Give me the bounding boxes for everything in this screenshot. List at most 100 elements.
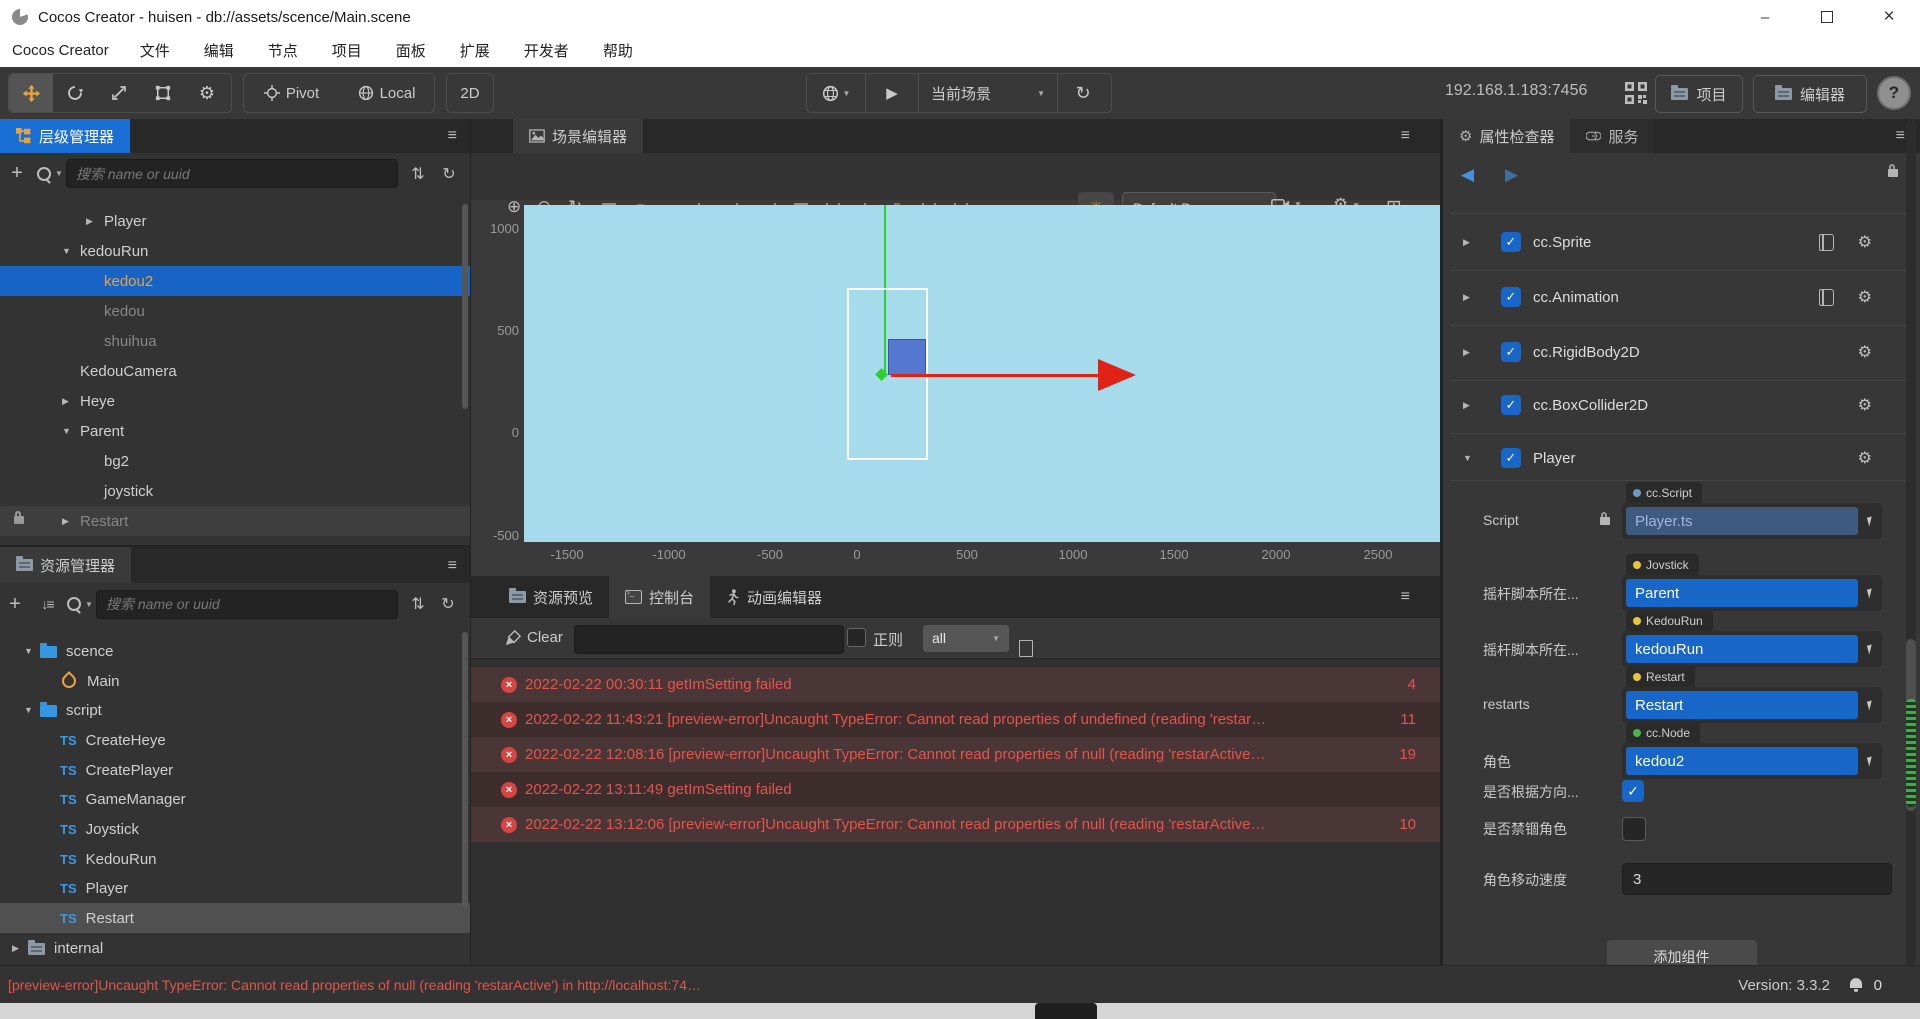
component-enabled-checkbox[interactable]: ✓	[1501, 395, 1521, 415]
status-error-message[interactable]: [preview-error]Uncaught TypeError: Canno…	[8, 977, 701, 993]
component-enabled-checkbox[interactable]: ✓	[1501, 448, 1521, 468]
asset-scence[interactable]: ▼ scence	[0, 636, 470, 666]
gizmo-x-axis[interactable]	[891, 374, 1098, 377]
tree-arrow-icon[interactable]: ▼	[62, 426, 78, 436]
asset-CreatePlayer[interactable]: TS CreatePlayer	[0, 755, 470, 785]
console-log-row[interactable]: × 2022-02-22 11:43:21 [preview-error]Unca…	[471, 702, 1440, 737]
unlock-icon[interactable]	[1888, 164, 1898, 177]
hierarchy-node-joystick[interactable]: joystick	[0, 476, 470, 506]
hierarchy-node-kedou2[interactable]: kedou2	[0, 266, 470, 296]
tree-arrow-icon[interactable]: ▶	[62, 516, 78, 527]
menu-item-文件[interactable]: 文件	[123, 40, 187, 61]
reference-field[interactable]: Player.ts	[1622, 503, 1882, 539]
collapse-all-icon[interactable]: ⇅	[402, 594, 434, 614]
tab-asset-preview[interactable]: 资源预览	[493, 576, 609, 618]
asset-KedouRun[interactable]: TS KedouRun	[0, 844, 470, 874]
component-gear-icon[interactable]: ⚙	[1858, 395, 1872, 415]
hierarchy-node-Parent[interactable]: ▼ Parent	[0, 416, 470, 446]
refresh-assets-icon[interactable]: ↻	[434, 594, 462, 614]
search-filter-icon[interactable]: ▼	[64, 597, 96, 611]
console-log-row[interactable]: × 2022-02-22 00:30:11 getImSetting failed…	[471, 667, 1440, 702]
tree-arrow-icon[interactable]: ▼	[62, 246, 78, 256]
create-node-button[interactable]: +	[0, 162, 34, 185]
menu-item-帮助[interactable]: 帮助	[586, 40, 650, 61]
property-checkbox[interactable]	[1622, 817, 1646, 841]
clear-brush-icon[interactable]	[505, 630, 521, 646]
clear-console-button[interactable]: Clear	[527, 629, 563, 646]
console-filter-input[interactable]	[574, 625, 844, 654]
component-cc.Sprite[interactable]: ▶ ✓ cc.Sprite ⚙	[1443, 227, 1906, 257]
create-asset-button[interactable]: +	[0, 593, 30, 616]
qr-code-icon[interactable]	[1624, 81, 1648, 105]
component-Player[interactable]: ▼ ✓ Player ⚙	[1443, 443, 1906, 473]
collapse-all-icon[interactable]: ⇅	[402, 164, 434, 184]
component-gear-icon[interactable]: ⚙	[1858, 232, 1872, 252]
inspector-menu-icon[interactable]: ≡	[1896, 127, 1905, 145]
hierarchy-menu-icon[interactable]: ≡	[448, 127, 457, 145]
component-arrow-icon[interactable]: ▶	[1463, 237, 1479, 248]
assets-menu-icon[interactable]: ≡	[448, 557, 457, 575]
history-forward-icon[interactable]: ▶	[1505, 165, 1518, 185]
search-filter-icon[interactable]: ▼	[34, 166, 66, 181]
component-gear-icon[interactable]: ⚙	[1858, 287, 1872, 307]
hierarchy-node-shuihua[interactable]: shuihua	[0, 326, 470, 356]
component-docs-icon[interactable]	[1819, 233, 1834, 251]
hierarchy-search-input[interactable]	[66, 159, 398, 188]
hierarchy-node-Heye[interactable]: ▶ Heye	[0, 386, 470, 416]
asset-Restart[interactable]: TS Restart	[0, 903, 470, 933]
console-log-row[interactable]: × 2022-02-22 13:12:06 [preview-error]Unca…	[471, 807, 1440, 842]
menu-item-开发者[interactable]: 开发者	[507, 40, 586, 61]
reference-field[interactable]: kedou2	[1622, 743, 1882, 779]
component-enabled-checkbox[interactable]: ✓	[1501, 232, 1521, 252]
node-picker-button[interactable]	[1858, 635, 1882, 663]
local-toggle-button[interactable]: Local	[339, 74, 434, 112]
bell-icon[interactable]	[1850, 978, 1862, 992]
reload-preview-button[interactable]: ↻	[1058, 74, 1108, 112]
hierarchy-node-KedouCamera[interactable]: KedouCamera	[0, 356, 470, 386]
menu-app-name[interactable]: Cocos Creator	[4, 42, 123, 59]
log-file-icon[interactable]	[1019, 639, 1033, 657]
rect-tool-button[interactable]	[141, 74, 185, 112]
pivot-toggle-button[interactable]: Pivot	[244, 74, 339, 112]
menu-item-扩展[interactable]: 扩展	[443, 40, 507, 61]
component-enabled-checkbox[interactable]: ✓	[1501, 287, 1521, 307]
tree-arrow-icon[interactable]: ▶	[62, 396, 78, 407]
component-cc.RigidBody2D[interactable]: ▶ ✓ cc.RigidBody2D ⚙	[1443, 337, 1906, 367]
scale-tool-button[interactable]	[97, 74, 141, 112]
tree-arrow-icon[interactable]: ▼	[24, 646, 40, 656]
sort-assets-icon[interactable]: ↓≡	[30, 596, 64, 612]
menu-item-节点[interactable]: 节点	[251, 40, 315, 61]
tree-arrow-icon[interactable]: ▶	[12, 943, 28, 954]
menu-item-面板[interactable]: 面板	[379, 40, 443, 61]
minimize-button[interactable]: –	[1734, 0, 1796, 34]
add-component-button[interactable]: 添加组件	[1606, 940, 1757, 965]
open-editor-button[interactable]: 编辑器	[1753, 75, 1867, 113]
tab-assets[interactable]: 资源管理器	[0, 547, 132, 583]
reference-field[interactable]: kedouRun	[1622, 631, 1882, 667]
assets-scrollbar[interactable]	[462, 632, 468, 907]
inspector-scrollbar-track[interactable]	[1906, 119, 1916, 965]
2d-3d-toggle[interactable]: 2D	[446, 73, 494, 113]
tab-services[interactable]: 服务	[1570, 119, 1655, 153]
open-project-button[interactable]: 项目	[1655, 75, 1743, 113]
console-log-row[interactable]: × 2022-02-22 13:11:49 getImSetting failed	[471, 772, 1440, 807]
menu-item-项目[interactable]: 项目	[315, 40, 379, 61]
node-picker-button[interactable]	[1858, 507, 1882, 535]
property-checkbox[interactable]: ✓	[1622, 780, 1644, 802]
node-picker-button[interactable]	[1858, 691, 1882, 719]
component-gear-icon[interactable]: ⚙	[1858, 342, 1872, 362]
console-log-row[interactable]: × 2022-02-22 12:08:16 [preview-error]Unca…	[471, 737, 1440, 772]
preview-platform-dropdown[interactable]: ▼	[807, 74, 865, 112]
node-picker-button[interactable]	[1858, 747, 1882, 775]
console-menu-icon[interactable]: ≡	[1401, 588, 1410, 606]
property-number-input[interactable]: 3	[1622, 863, 1892, 895]
reference-field[interactable]: Parent	[1622, 575, 1882, 611]
play-button[interactable]: ▶	[866, 74, 918, 112]
history-back-icon[interactable]: ◀	[1461, 165, 1474, 185]
reference-field[interactable]: Restart	[1622, 687, 1882, 723]
asset-Joystick[interactable]: TS Joystick	[0, 814, 470, 844]
close-button[interactable]: ×	[1858, 0, 1920, 34]
tree-arrow-icon[interactable]: ▼	[24, 705, 40, 715]
component-arrow-icon[interactable]: ▶	[1463, 292, 1479, 303]
scene-canvas[interactable]	[524, 205, 1440, 542]
